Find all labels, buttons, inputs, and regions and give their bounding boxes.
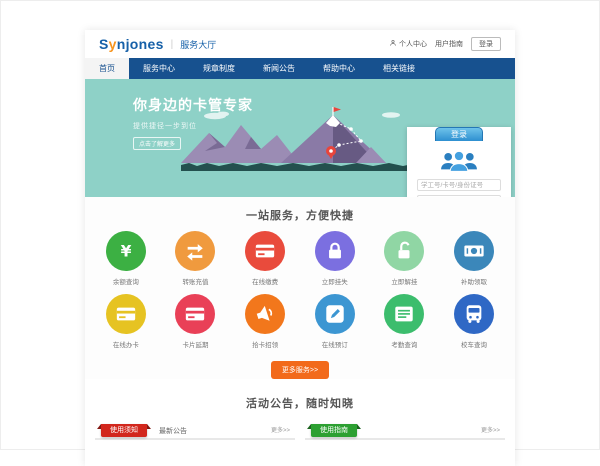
panel-body — [95, 440, 295, 466]
service-item[interactable]: 立即挂失 — [300, 231, 370, 286]
card-icon — [175, 294, 215, 334]
hero-banner: 你身边的卡管专家 提供捷径一步到位 点击了解更多 — [85, 79, 515, 197]
transfer-icon — [175, 231, 215, 271]
service-item[interactable]: 在线办卡 — [91, 294, 161, 349]
pencil-icon — [315, 294, 355, 334]
service-label: 考勤查询 — [370, 339, 440, 349]
services-section: 一站服务，方便快捷 ¥ 余额查询转账充值在线缴费立即挂失立即解挂补助领取在线办卡卡… — [85, 197, 515, 379]
service-label: 转账充值 — [161, 276, 231, 286]
service-item[interactable]: 立即解挂 — [370, 231, 440, 286]
banknote-icon — [454, 231, 494, 271]
nav-item[interactable]: 规章制度 — [189, 58, 249, 79]
panel-tab[interactable]: 最新公告 — [159, 425, 187, 438]
nav-item[interactable]: 新闻公告 — [249, 58, 309, 79]
service-item[interactable]: 转账充值 — [161, 231, 231, 286]
header-link-label: 用户指南 — [435, 39, 463, 49]
service-label: 立即解挂 — [370, 276, 440, 286]
service-label: 在线办卡 — [91, 339, 161, 349]
header-links: 个人中心用户指南登录 — [389, 37, 501, 51]
announcements-section: 活动公告，随时知晓 使用须知最新公告 更多>> 使用指南 更多>> — [85, 379, 515, 466]
service-label: 拾卡招领 — [230, 339, 300, 349]
announcement-panel-0: 使用须知最新公告 更多>> — [95, 423, 295, 466]
site-header: Synjones | 服务大厅 个人中心用户指南登录 — [85, 30, 515, 58]
logo: Synjones — [99, 36, 164, 52]
panel-body — [305, 440, 505, 466]
header-divider: | — [171, 39, 174, 50]
service-label: 卡片延期 — [161, 339, 231, 349]
login-tab[interactable]: 登录 — [435, 127, 483, 141]
hero-cta-button[interactable]: 点击了解更多 — [133, 137, 181, 150]
panel-header: 使用指南 更多>> — [305, 423, 505, 440]
service-item[interactable]: 拾卡招领 — [230, 294, 300, 349]
panel-ribbon[interactable]: 使用指南 — [311, 424, 357, 437]
service-label: 校车查询 — [439, 339, 509, 349]
service-label: 立即挂失 — [300, 276, 370, 286]
nav-item[interactable]: 帮助中心 — [309, 58, 369, 79]
panel-more-link[interactable]: 更多>> — [271, 425, 295, 438]
service-item[interactable]: 补助领取 — [439, 231, 509, 286]
service-label: 余额查询 — [91, 276, 161, 286]
panel-ribbon[interactable]: 使用须知 — [101, 424, 147, 437]
megaphone-icon — [245, 294, 285, 334]
bus-icon — [454, 294, 494, 334]
service-item[interactable]: 考勤查询 — [370, 294, 440, 349]
card-icon — [106, 294, 146, 334]
nav-item[interactable]: 相关链接 — [369, 58, 429, 79]
lock-icon — [315, 231, 355, 271]
hero-copy: 你身边的卡管专家 提供捷径一步到位 点击了解更多 — [133, 95, 253, 151]
service-label: 补助领取 — [439, 276, 509, 286]
panel-header: 使用须知最新公告 更多>> — [95, 423, 295, 440]
service-item[interactable]: ¥ 余额查询 — [91, 231, 161, 286]
login-panel: 登录 记住用户名 | 忘记密码 c — [407, 127, 511, 197]
announcement-panels: 使用须知最新公告 更多>> 使用指南 更多>> — [85, 411, 515, 466]
service-label: 在线预订 — [300, 339, 370, 349]
hero-title: 你身边的卡管专家 — [133, 95, 253, 115]
unlock-icon — [384, 231, 424, 271]
service-item[interactable]: 在线预订 — [300, 294, 370, 349]
announcement-panel-1: 使用指南 更多>> — [305, 423, 505, 466]
header-link-1[interactable]: 用户指南 — [435, 39, 463, 49]
services-grid: ¥ 余额查询转账充值在线缴费立即挂失立即解挂补助领取在线办卡卡片延期拾卡招领在线预… — [85, 223, 515, 357]
card-icon — [245, 231, 285, 271]
users-icon — [407, 149, 511, 173]
service-label: 在线缴费 — [230, 276, 300, 286]
service-item[interactable]: 在线缴费 — [230, 231, 300, 286]
header-link-label: 个人中心 — [399, 39, 427, 49]
svg-text:¥: ¥ — [120, 243, 131, 261]
header-link-0[interactable]: 个人中心 — [389, 39, 427, 49]
password-input[interactable] — [417, 195, 501, 197]
announcements-title: 活动公告，随时知晓 — [85, 395, 515, 411]
services-title: 一站服务，方便快捷 — [85, 207, 515, 223]
yen-icon: ¥ — [106, 231, 146, 271]
service-item[interactable]: 卡片延期 — [161, 294, 231, 349]
list-icon — [384, 294, 424, 334]
site-subtitle: 服务大厅 — [180, 38, 216, 51]
person-icon — [389, 39, 397, 49]
username-input[interactable] — [417, 179, 501, 191]
panel-more-link[interactable]: 更多>> — [481, 425, 505, 438]
nav-item[interactable]: 首页 — [85, 58, 129, 79]
site-container: Synjones | 服务大厅 个人中心用户指南登录 首页服务中心规章制度新闻公… — [85, 30, 515, 466]
nav-item[interactable]: 服务中心 — [129, 58, 189, 79]
main-nav: 首页服务中心规章制度新闻公告帮助中心相关链接 — [85, 58, 515, 79]
more-services-button[interactable]: 更多服务>> — [271, 361, 329, 379]
header-login-button[interactable]: 登录 — [471, 37, 501, 51]
service-item[interactable]: 校车查询 — [439, 294, 509, 349]
hero-subtitle: 提供捷径一步到位 — [133, 121, 253, 131]
